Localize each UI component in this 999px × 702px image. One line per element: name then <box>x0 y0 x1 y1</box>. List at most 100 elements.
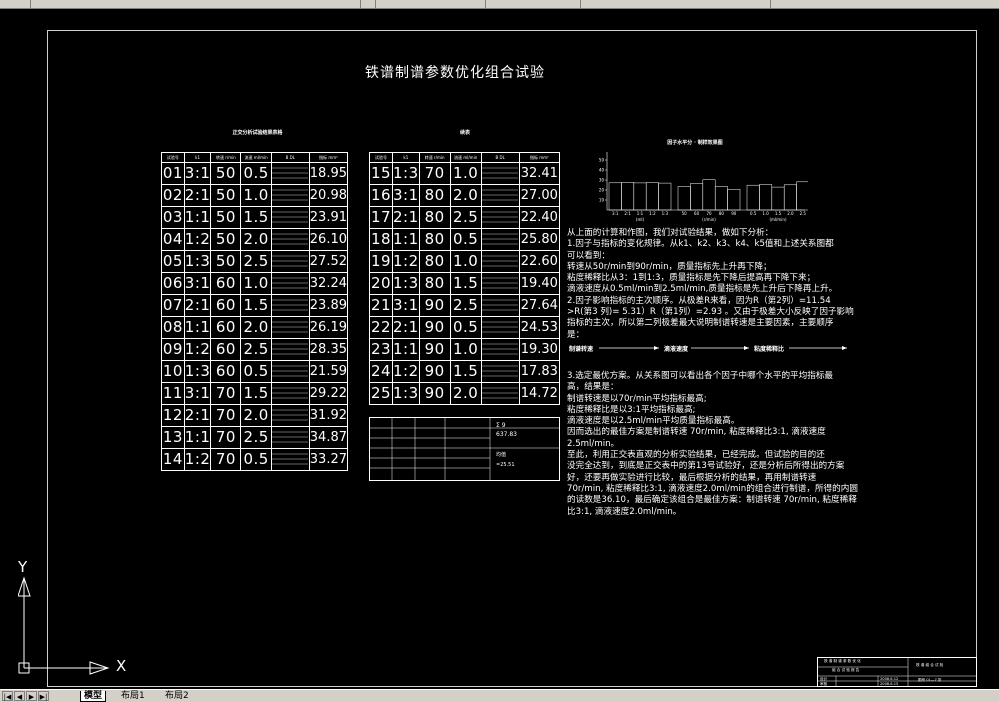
sub-grid <box>272 211 309 223</box>
table-header-cell: 转速 r/min <box>210 152 242 163</box>
table-row: 07 2:1 60 1.5 23.89 <box>161 294 349 317</box>
table-cell-result: 26.10 <box>308 228 349 251</box>
results-table-2: 试验号 k1 转速 r/min 流速 ml/min B DL 指标 mm² 15 1:3 70… <box>369 152 561 405</box>
ucs-axis-icon <box>18 576 110 675</box>
table-cell-sub <box>270 206 310 229</box>
table-cell-c: 70 <box>210 448 242 471</box>
table-cell-sub <box>480 206 520 229</box>
tab-layout2[interactable]: 布局2 <box>162 691 192 701</box>
table-cell-result: 23.89 <box>308 294 349 317</box>
table-row: 22 2:1 90 0.5 24.53 <box>369 316 561 339</box>
table-cell-d: 2.5 <box>240 338 272 361</box>
chart-x-tick-label: 60 <box>694 211 700 216</box>
table-cell-b: 1:2 <box>392 250 420 273</box>
toolbar-segment[interactable] <box>360 0 376 8</box>
chart-y-tick-label: 30 <box>599 178 605 183</box>
sub-grid <box>482 321 519 333</box>
toolbar-segment[interactable] <box>0 0 31 8</box>
toolbar-segment[interactable] <box>770 0 999 8</box>
chart-x-tick-label: 1:2 <box>649 211 656 216</box>
toolbar-segment[interactable] <box>375 0 486 8</box>
table-cell-b: 1:2 <box>392 360 420 383</box>
chart-bar <box>677 186 691 211</box>
table-cell-result: 21.59 <box>308 360 349 383</box>
table-cell-a: 09 <box>161 338 185 361</box>
table-cell-d: 1.5 <box>449 272 482 295</box>
analysis-line: 70r/min, 粘度稀释比3:1, 滴液速度2.0ml/min的组合进行制谱，… <box>567 483 858 494</box>
table-cell-result: 20.98 <box>308 184 349 207</box>
table-cell-c: 60 <box>210 360 242 383</box>
chart-x-tick-label: 2.5 <box>800 211 807 216</box>
table-cell-b: 2:1 <box>183 404 212 427</box>
analysis-line: 因而选出的最佳方案是制谱转速 70r/min, 粘度稀释比3:1, 滴液速度 <box>567 427 826 438</box>
table-cell-c: 60 <box>210 316 242 339</box>
table-cell-b: 2:1 <box>392 316 420 339</box>
table-cell-b: 3:1 <box>392 184 420 207</box>
table-header-cell: 指标 mm² <box>308 152 349 163</box>
first-tab-icon[interactable]: |◀ <box>2 691 13 701</box>
drawing-title: 铁谱制谱参数优化组合试验 <box>365 65 545 81</box>
table-cell-d: 1.0 <box>449 338 482 361</box>
chart-x-tick-label: 1.5 <box>775 211 782 216</box>
sub-grid <box>482 365 519 377</box>
results-table-1: 试验号 k1 转速 r/min 流速 ml/min B DL 指标 mm² 01 3:1 50… <box>161 152 349 471</box>
analysis-line: 高，结果是： <box>567 382 619 393</box>
toolbar-segment[interactable] <box>485 0 581 8</box>
table-cell-b: 1:2 <box>183 228 212 251</box>
sub-grid <box>482 387 519 399</box>
chart-bar <box>702 179 716 211</box>
chart-x-tick-label: 1:1 <box>637 211 644 216</box>
table-cell-c: 70 <box>210 404 242 427</box>
sub-grid <box>482 211 519 223</box>
chart-x-tick-label: 0.5 <box>750 211 757 216</box>
tb-design-date: 2008.6.12 <box>880 677 899 681</box>
table-row: 17 2:1 80 2.5 22.40 <box>369 206 561 229</box>
tb-drawing-no: 图号 01—7 张 <box>918 678 942 682</box>
table-cell-a: 18 <box>369 228 393 251</box>
table-cell-sub <box>480 228 520 251</box>
table-cell-a: 16 <box>369 184 393 207</box>
sub-grid <box>482 189 519 201</box>
chart-bar <box>608 182 622 211</box>
tb-check-label: 审核 <box>820 682 828 686</box>
analysis-line: 指标的主次，所以第二列极差最大说明制谱转速是主要因素，主要顺序 <box>567 318 834 329</box>
table-header-cell: 试验号 <box>369 152 393 163</box>
table-cell-d: 1.5 <box>240 294 272 317</box>
toolbar-segment[interactable] <box>580 0 771 8</box>
prev-tab-icon[interactable]: ◀ <box>14 691 25 701</box>
table-cell-result: 19.40 <box>518 272 561 295</box>
toolbar-strip <box>0 0 999 9</box>
table-row: 10 1:3 60 0.5 21.59 <box>161 360 349 383</box>
table-cell-d: 2.0 <box>449 184 482 207</box>
table-cell-sub <box>270 360 310 383</box>
sub-grid <box>482 255 519 267</box>
table-cell-d: 1.5 <box>240 382 272 405</box>
table-cell-b: 1:1 <box>392 338 420 361</box>
chart-bar <box>771 186 785 211</box>
next-tab-icon[interactable]: ▶ <box>26 691 37 701</box>
table-header-row: 试验号 k1 转速 r/min 流速 ml/min B DL 指标 mm² <box>369 152 561 163</box>
tab-model[interactable]: 模型 <box>80 691 107 702</box>
table-cell-b: 1:3 <box>392 382 420 405</box>
table-cell-a: 06 <box>161 272 185 295</box>
table-row: 11 3:1 70 1.5 29.22 <box>161 382 349 405</box>
table-cell-result: 32.41 <box>518 162 561 185</box>
table-cell-d: 1.5 <box>240 206 272 229</box>
table-row: 12 2:1 70 2.0 31.92 <box>161 404 349 427</box>
y-axis-label: Y <box>18 558 28 576</box>
table-cell-b: 1:3 <box>183 250 212 273</box>
chart-y-tick-label: 40 <box>599 168 605 173</box>
layout-tabs-bar: |◀ ◀ ▶ ▶| 模型 布局1 布局2 <box>0 689 999 702</box>
table-cell-b: 1:1 <box>183 426 212 449</box>
table-cell-c: 80 <box>418 250 451 273</box>
sub-grid <box>482 167 519 179</box>
chart-y-tick-label: 10 <box>599 198 605 203</box>
toolbar-segment[interactable] <box>30 0 361 8</box>
analysis-line: 2.5ml/min。 <box>567 438 620 449</box>
tab-layout1[interactable]: 布局1 <box>118 691 148 701</box>
last-tab-icon[interactable]: ▶| <box>38 691 49 701</box>
table-cell-a: 14 <box>161 448 185 471</box>
table-cell-a: 04 <box>161 228 185 251</box>
table-row: 24 1:2 90 1.5 17.83 <box>369 360 561 383</box>
table-cell-sub <box>270 272 310 295</box>
